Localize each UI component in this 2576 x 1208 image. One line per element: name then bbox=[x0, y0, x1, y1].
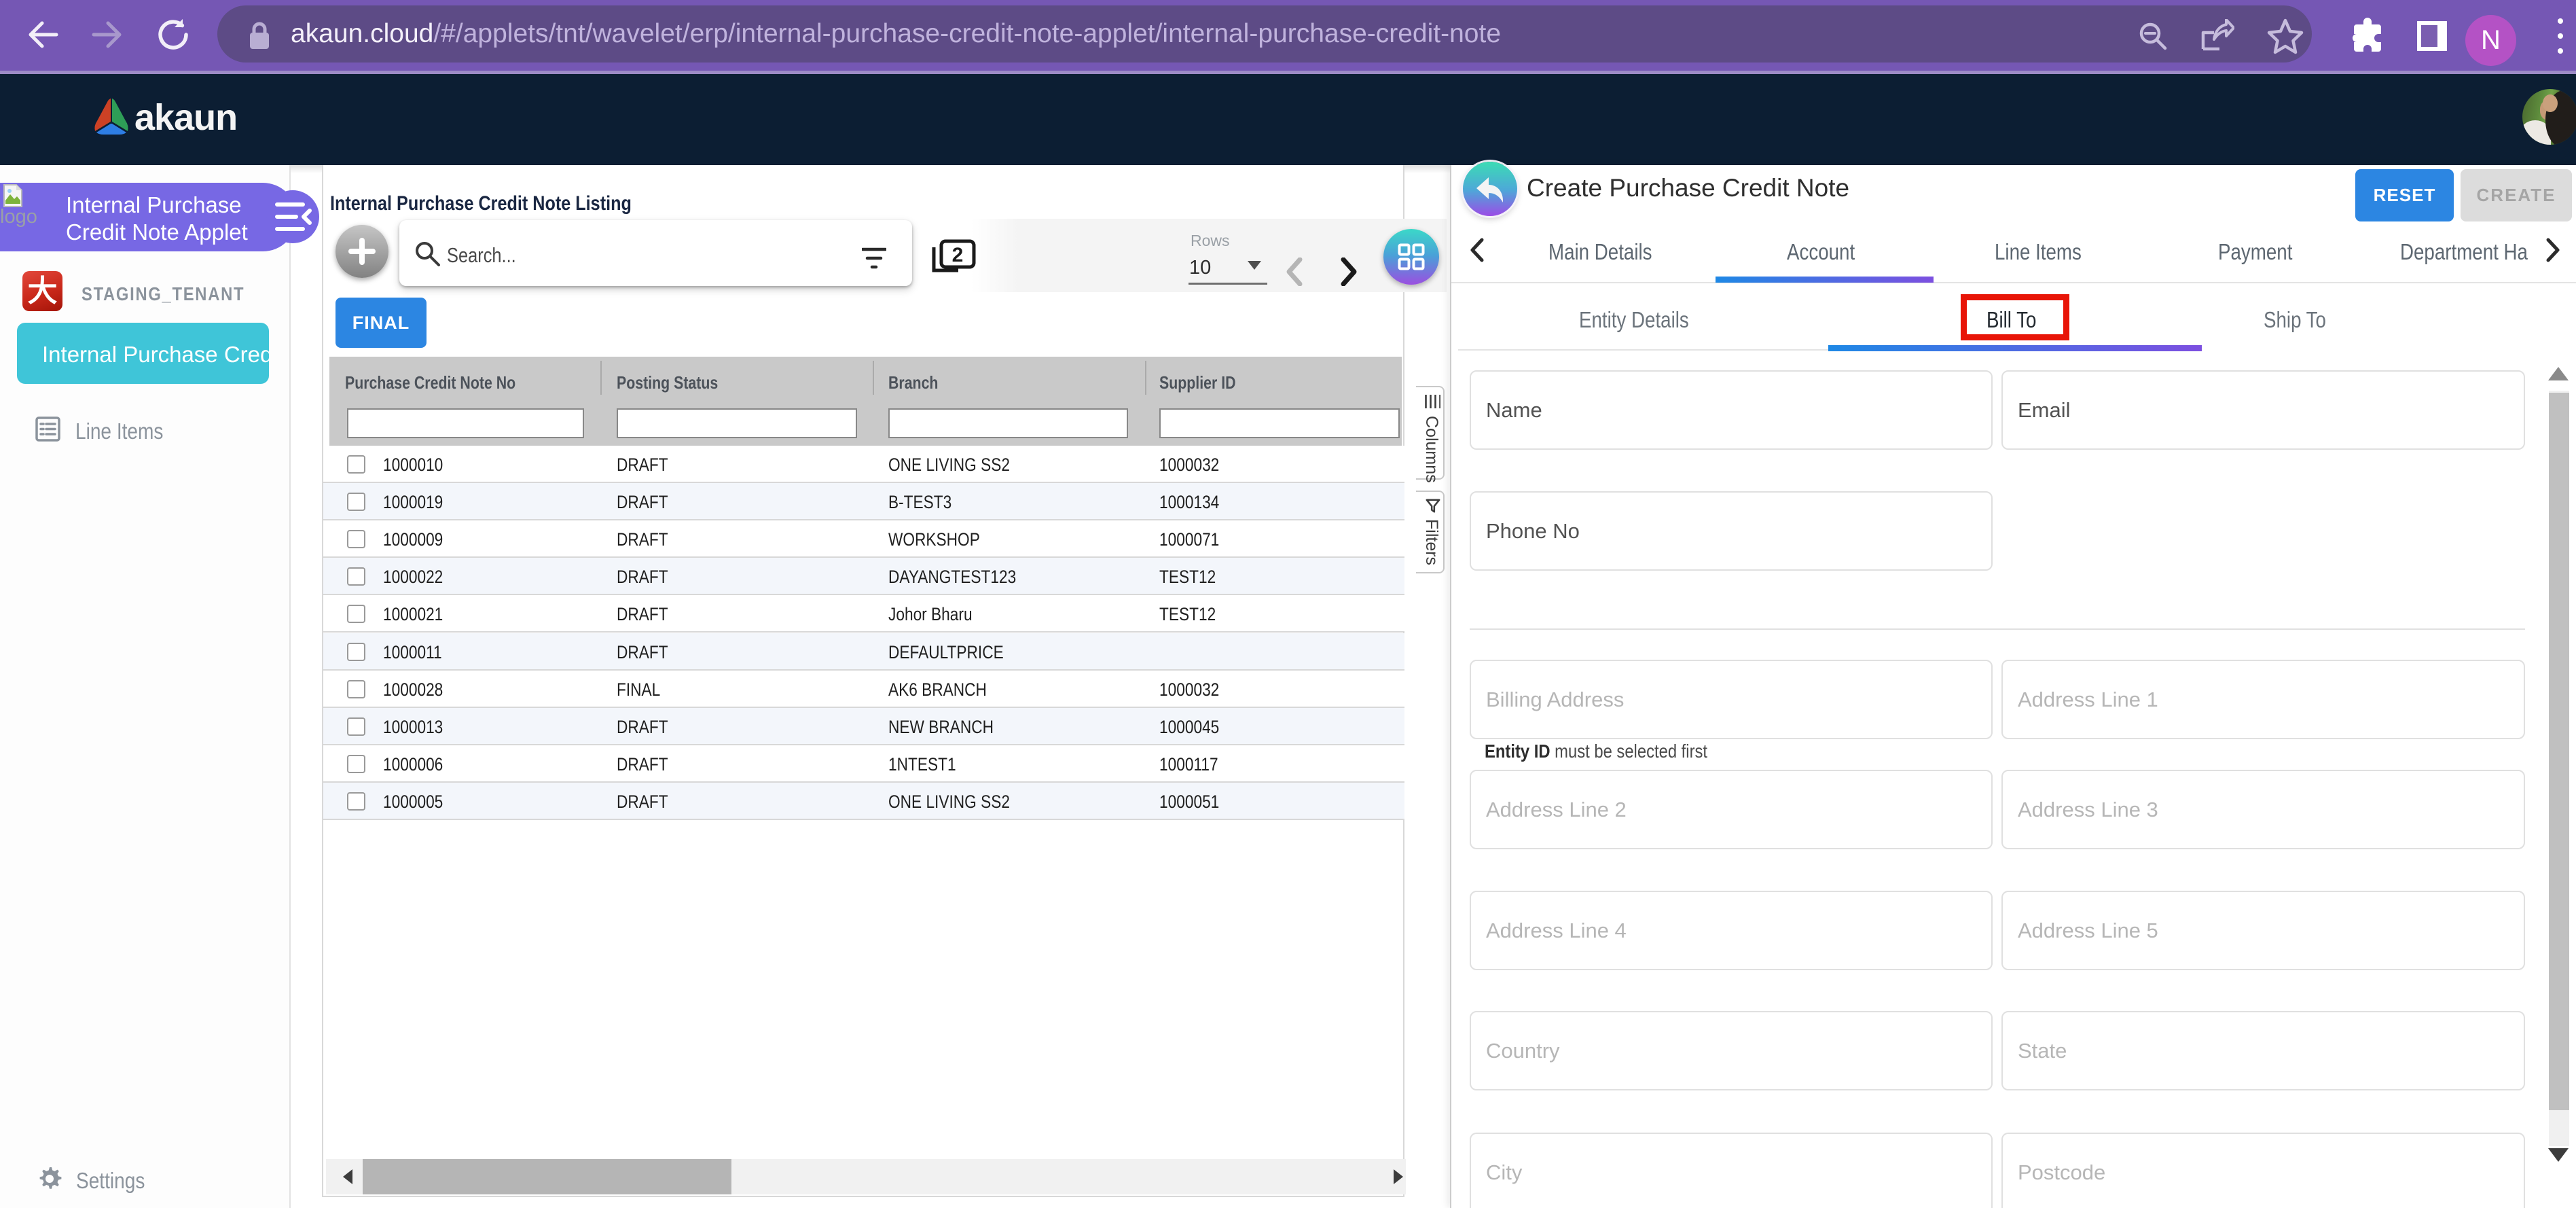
svg-text:2: 2 bbox=[952, 244, 964, 266]
